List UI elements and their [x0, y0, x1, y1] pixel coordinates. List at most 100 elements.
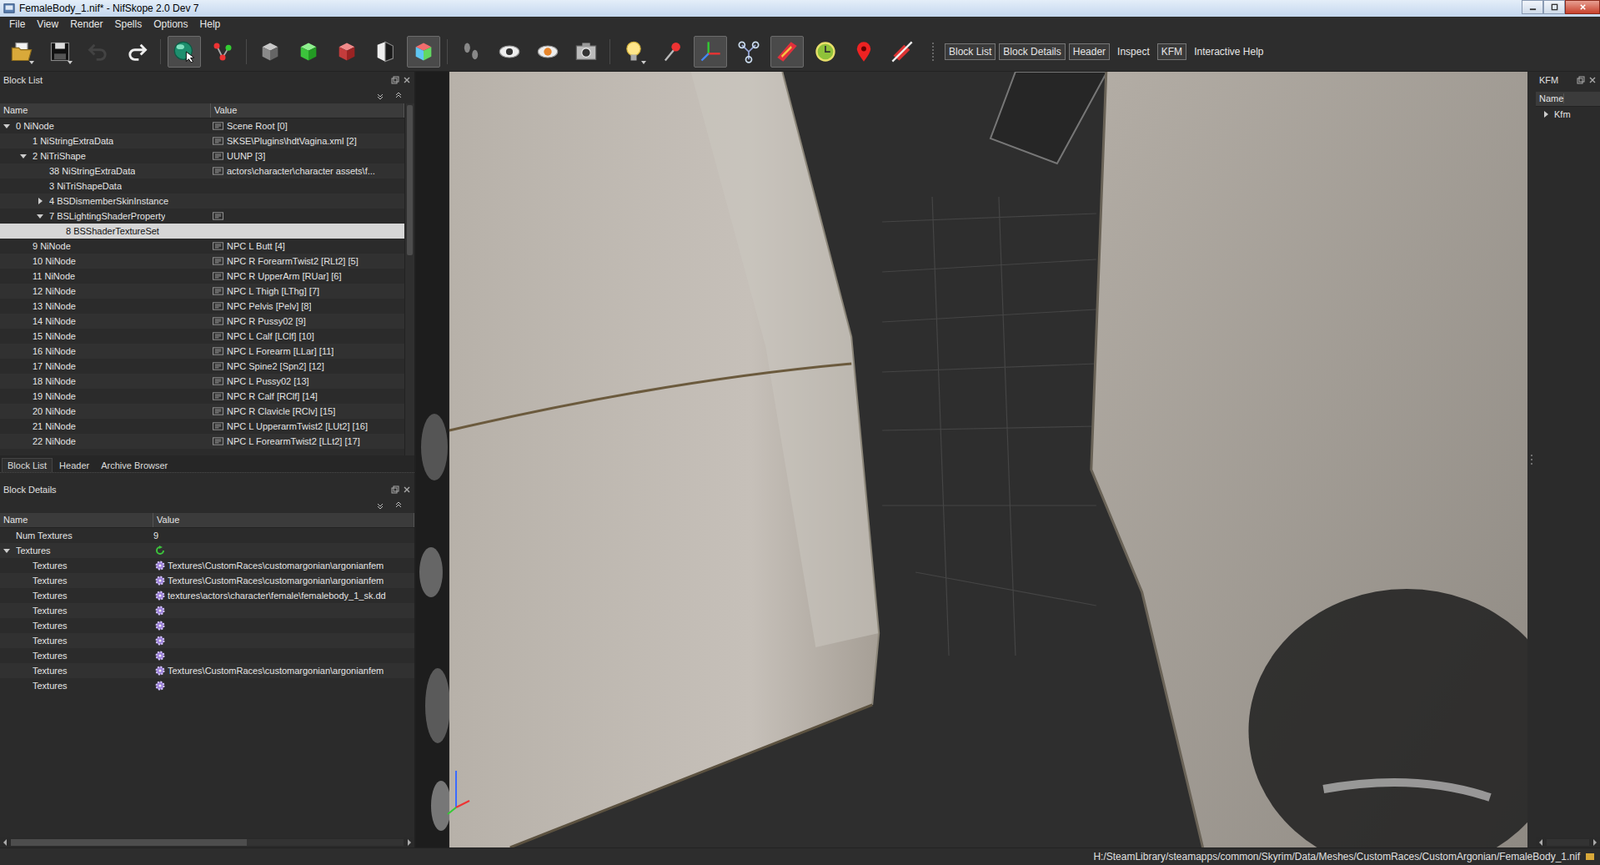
detail-row[interactable]: Textures	[0, 602, 415, 618]
toolbar-button[interactable]	[5, 35, 39, 68]
scroll-right-icon[interactable]	[1592, 838, 1598, 846]
scroll-right-icon[interactable]	[406, 838, 412, 846]
toolbar-toggle[interactable]: Block List	[944, 43, 996, 61]
column-header[interactable]: Value	[210, 103, 405, 118]
menu-item[interactable]: Render	[64, 18, 109, 31]
toolbar-toggle[interactable]: Header	[1068, 43, 1110, 61]
float-icon[interactable]	[1576, 75, 1585, 85]
maximize-button[interactable]	[1543, 0, 1565, 15]
toolbar-toggle[interactable]: KFM	[1157, 43, 1187, 61]
horizontal-scrollbar[interactable]	[0, 837, 415, 848]
tree-row[interactable]: 19 NiNodeNPC R Calf [RClf] [14]	[0, 388, 405, 404]
close-icon[interactable]	[402, 75, 412, 85]
toolbar-button[interactable]	[531, 35, 565, 68]
tree-row[interactable]: 11 NiNodeNPC R UpperArm [RUar] [6]	[0, 268, 405, 284]
field-value[interactable]: Textures\CustomRaces\customargonian\argo…	[167, 560, 384, 571]
vertical-scrollbar[interactable]	[404, 103, 415, 456]
scrollbar-thumb[interactable]	[406, 105, 413, 256]
dock-tab[interactable]: Block List	[1, 457, 53, 472]
detail-row[interactable]: Textures	[0, 632, 415, 648]
detail-row[interactable]: Textures	[0, 647, 415, 663]
toolbar-button[interactable]	[205, 35, 240, 68]
toolbar-button[interactable]	[693, 35, 728, 68]
minimize-button[interactable]	[1521, 0, 1544, 15]
texture-gear-icon[interactable]	[155, 575, 166, 586]
detail-row[interactable]: Texturestextures\actors\character\female…	[0, 587, 415, 603]
detail-row[interactable]: Textures	[0, 677, 415, 693]
expanded-arrow-icon[interactable]	[20, 152, 27, 160]
tree-row[interactable]: 7 BSLightingShaderProperty	[0, 208, 405, 224]
field-value[interactable]: Textures\CustomRaces\customargonian\argo…	[167, 575, 384, 586]
texture-gear-icon[interactable]	[155, 560, 166, 571]
toolbar-button[interactable]	[808, 35, 843, 68]
column-header[interactable]: Name	[0, 512, 154, 527]
column-header[interactable]: Name	[1535, 93, 1565, 104]
tree-row[interactable]: 14 NiNodeNPC R Pussy02 [9]	[0, 313, 405, 329]
tree-row[interactable]: 20 NiNodeNPC R Clavicle [RClv] [15]	[0, 403, 405, 419]
menu-item[interactable]: View	[30, 18, 65, 31]
detail-row[interactable]: Textures	[0, 542, 415, 558]
tree-row[interactable]: 15 NiNodeNPC L Calf [LClf] [10]	[0, 328, 405, 344]
expanded-arrow-icon[interactable]	[3, 122, 11, 130]
tree-row[interactable]: 10 NiNodeNPC R ForearmTwist2 [RLt2] [5]	[0, 253, 405, 269]
scroll-left-icon[interactable]	[2, 838, 8, 846]
dock-tab[interactable]: Archive Browser	[95, 458, 173, 472]
expanded-arrow-icon[interactable]	[3, 546, 11, 554]
toolbar-button[interactable]	[368, 35, 402, 68]
toolbar-button[interactable]	[330, 35, 364, 68]
scroll-left-icon[interactable]	[1538, 838, 1544, 846]
collapse-all-icon[interactable]	[394, 501, 403, 510]
float-icon[interactable]	[391, 485, 400, 494]
tree-row[interactable]: 2 NiTriShapeUUNP [3]	[0, 148, 405, 164]
texture-gear-icon[interactable]	[155, 665, 166, 676]
field-value[interactable]: 9	[153, 530, 159, 541]
detail-row[interactable]: Textures	[0, 617, 415, 633]
expand-all-icon[interactable]	[376, 501, 385, 510]
tree-row[interactable]: 3 NiTriShapeData	[0, 178, 405, 194]
toolbar-button[interactable]	[167, 35, 201, 68]
toolbar-grip[interactable]	[932, 42, 937, 61]
expanded-arrow-icon[interactable]	[36, 212, 44, 220]
toolbar-toggle[interactable]: Block Details	[998, 43, 1065, 61]
collapsed-arrow-icon[interactable]	[36, 197, 44, 205]
toolbar-button[interactable]	[253, 35, 287, 68]
tree-row[interactable]: 22 NiNodeNPC L ForearmTwist2 [LLt2] [17]	[0, 433, 405, 449]
dock-splitter[interactable]	[0, 471, 415, 482]
detail-row[interactable]: Num Textures9	[0, 527, 415, 543]
close-button[interactable]	[1564, 0, 1600, 15]
tree-row[interactable]: 0 NiNodeScene Root [0]	[0, 118, 405, 134]
tree-row[interactable]: 9 NiNodeNPC L Butt [4]	[0, 238, 405, 254]
expand-all-icon[interactable]	[376, 91, 385, 101]
toolbar-button[interactable]	[43, 35, 77, 68]
toolbar-button[interactable]	[492, 35, 527, 68]
tree-row[interactable]: 21 NiNodeNPC L UpperarmTwist2 [LUt2] [16…	[0, 418, 405, 434]
toolbar-button[interactable]	[885, 35, 919, 68]
tree-row[interactable]: 12 NiNodeNPC L Thigh [LThg] [7]	[0, 283, 405, 299]
column-header[interactable]: Value	[153, 512, 415, 527]
tree-row[interactable]: 38 NiStringExtraDataactors\character\cha…	[0, 163, 405, 179]
horizontal-scrollbar[interactable]	[1535, 837, 1600, 848]
texture-gear-icon[interactable]	[155, 680, 166, 691]
toolbar-button[interactable]	[655, 35, 689, 68]
field-value[interactable]: textures\actors\character\female\femaleb…	[167, 590, 387, 601]
viewport-splitter[interactable]	[1527, 71, 1536, 848]
menu-item[interactable]: File	[3, 18, 31, 31]
toolbar-button[interactable]	[454, 35, 488, 68]
collapse-all-icon[interactable]	[394, 91, 403, 101]
splitter-grip-icon[interactable]	[1529, 453, 1534, 466]
detail-row[interactable]: TexturesTextures\CustomRaces\customargon…	[0, 662, 415, 678]
tree-row[interactable]: 13 NiNodeNPC Pelvis [Pelv] [8]	[0, 298, 405, 314]
toolbar-button[interactable]	[81, 35, 116, 68]
collapsed-arrow-icon[interactable]	[1542, 110, 1550, 118]
toolbar-button[interactable]	[732, 35, 766, 68]
menu-item[interactable]: Options	[147, 18, 194, 31]
resize-grip-icon[interactable]	[1584, 851, 1595, 862]
toolbar-button[interactable]	[406, 35, 441, 68]
toolbar-button[interactable]	[569, 35, 603, 68]
detail-row[interactable]: TexturesTextures\CustomRaces\customargon…	[0, 557, 415, 573]
texture-gear-icon[interactable]	[155, 605, 166, 616]
kfm-row[interactable]: Kfm	[1535, 106, 1600, 122]
close-icon[interactable]	[402, 485, 412, 494]
refresh-icon[interactable]	[155, 545, 166, 556]
render-viewport[interactable]	[416, 71, 1528, 848]
